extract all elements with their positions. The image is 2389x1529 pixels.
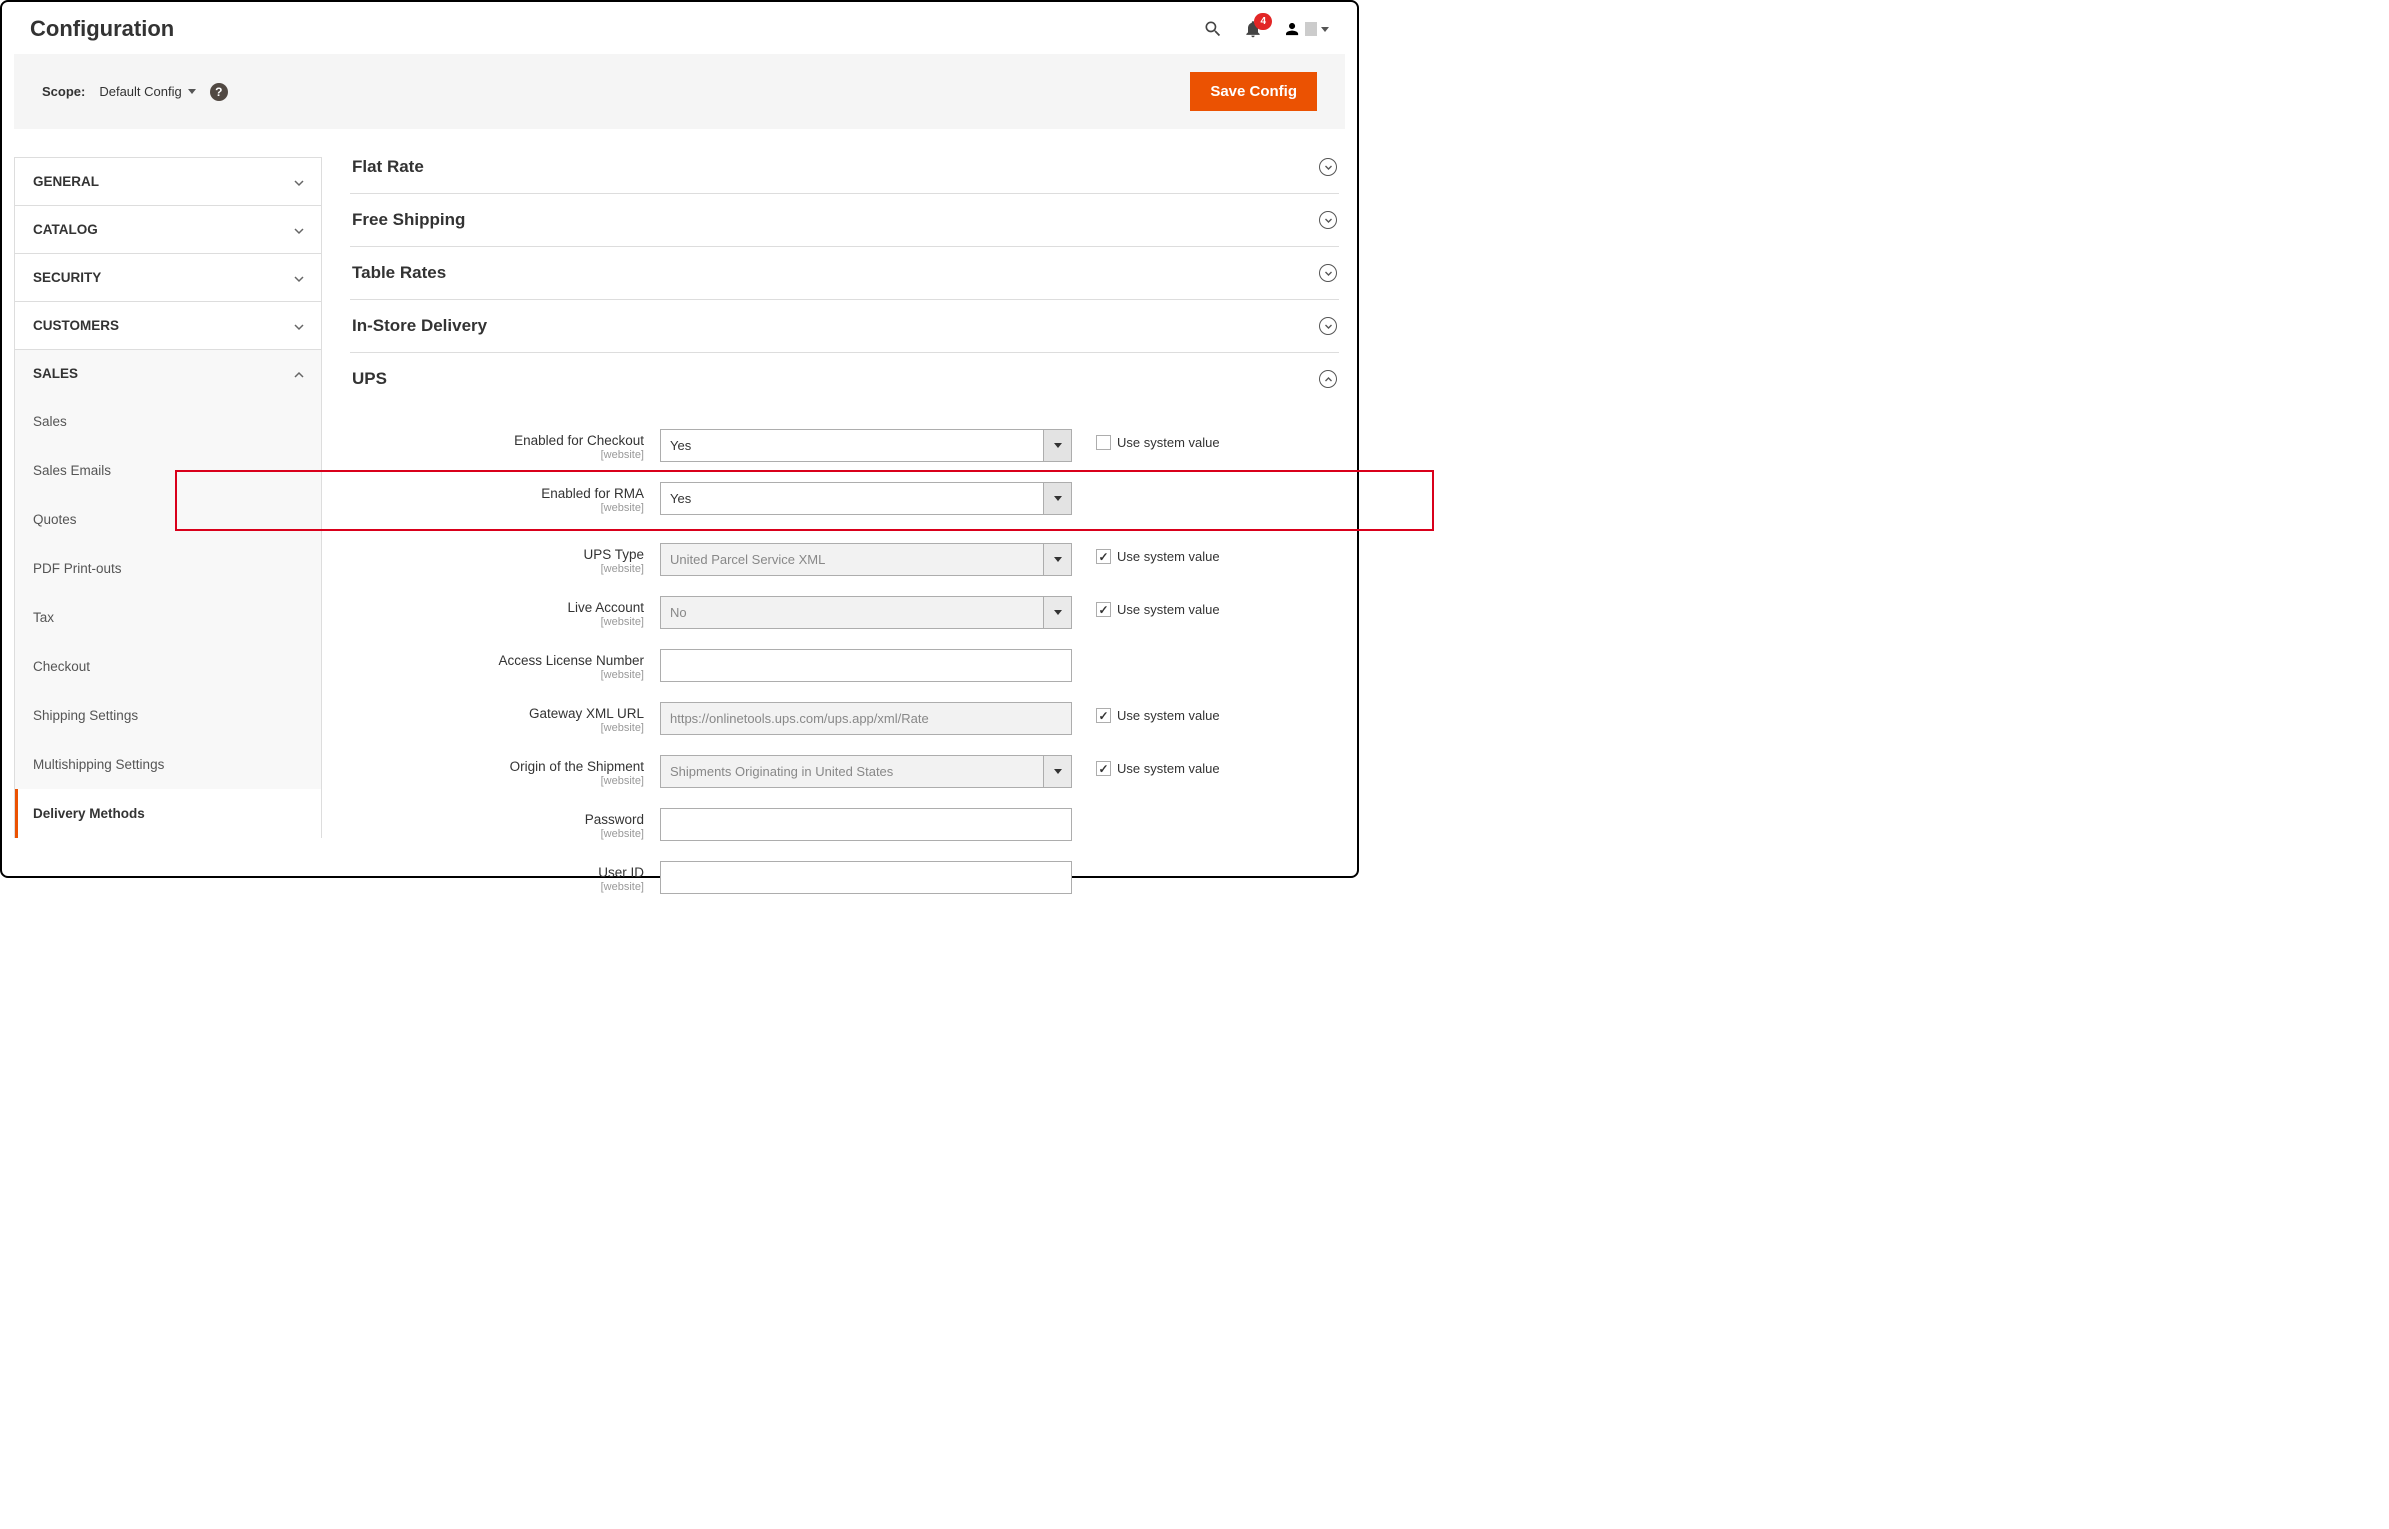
sidebar-item-multishipping[interactable]: Multishipping Settings bbox=[15, 740, 321, 789]
sidebar-item-quotes[interactable]: Quotes bbox=[15, 495, 321, 544]
scope-select[interactable]: Default Config bbox=[99, 84, 195, 99]
section-ups[interactable]: UPS bbox=[350, 353, 1339, 405]
save-config-button[interactable]: Save Config bbox=[1190, 72, 1317, 111]
collapse-icon bbox=[1319, 370, 1337, 388]
expand-icon bbox=[1319, 317, 1337, 335]
sidebar-item-checkout[interactable]: Checkout bbox=[15, 642, 321, 691]
ups-form: Enabled for Checkout [website] Yes Use s… bbox=[350, 405, 1339, 894]
field-access-license: Access License Number [website] bbox=[350, 649, 1339, 682]
section-flat-rate[interactable]: Flat Rate bbox=[350, 157, 1339, 194]
sidebar-item-pdf[interactable]: PDF Print-outs bbox=[15, 544, 321, 593]
select-arrow-icon bbox=[1043, 597, 1071, 628]
expand-icon bbox=[1319, 264, 1337, 282]
use-system-checkbox[interactable] bbox=[1096, 708, 1111, 723]
use-system-checkbox[interactable] bbox=[1096, 602, 1111, 617]
use-system-checkbox[interactable] bbox=[1096, 761, 1111, 776]
access-license-input[interactable] bbox=[660, 649, 1072, 682]
enabled-rma-select[interactable]: Yes bbox=[660, 482, 1072, 515]
config-main: Flat Rate Free Shipping Table Rates In-S… bbox=[350, 157, 1345, 894]
field-user-id: User ID [website] bbox=[350, 861, 1339, 894]
sidebar-section-customers[interactable]: CUSTOMERS bbox=[14, 301, 322, 349]
user-id-input[interactable] bbox=[660, 861, 1072, 894]
field-enabled-rma: Enabled for RMA [website] Yes bbox=[350, 482, 1339, 515]
caret-down-icon bbox=[1321, 27, 1329, 32]
caret-down-icon bbox=[188, 89, 196, 94]
select-arrow-icon bbox=[1043, 756, 1071, 787]
enabled-checkout-select[interactable]: Yes bbox=[660, 429, 1072, 462]
field-gateway-url: Gateway XML URL [website] Use system val… bbox=[350, 702, 1339, 735]
select-arrow-icon bbox=[1043, 544, 1071, 575]
password-input[interactable] bbox=[660, 808, 1072, 841]
use-system-checkbox[interactable] bbox=[1096, 549, 1111, 564]
user-name-placeholder bbox=[1305, 22, 1317, 36]
gateway-url-input bbox=[660, 702, 1072, 735]
chevron-down-icon bbox=[293, 321, 303, 331]
ups-type-select: United Parcel Service XML bbox=[660, 543, 1072, 576]
sidebar-section-catalog[interactable]: CATALOG bbox=[14, 205, 322, 253]
scope-bar: Scope: Default Config ? Save Config bbox=[14, 54, 1345, 129]
origin-select: Shipments Originating in United States bbox=[660, 755, 1072, 788]
sidebar-item-tax[interactable]: Tax bbox=[15, 593, 321, 642]
field-password: Password [website] bbox=[350, 808, 1339, 841]
sidebar-item-sales[interactable]: Sales bbox=[15, 397, 321, 446]
field-ups-type: UPS Type [website] United Parcel Service… bbox=[350, 543, 1339, 576]
section-instore-delivery[interactable]: In-Store Delivery bbox=[350, 300, 1339, 353]
notification-icon[interactable]: 4 bbox=[1243, 19, 1263, 39]
expand-icon bbox=[1319, 158, 1337, 176]
help-icon[interactable]: ? bbox=[210, 83, 228, 101]
chevron-down-icon bbox=[293, 177, 303, 187]
chevron-up-icon bbox=[293, 369, 303, 379]
field-enabled-checkout: Enabled for Checkout [website] Yes Use s… bbox=[350, 429, 1339, 462]
chevron-down-icon bbox=[293, 225, 303, 235]
live-account-select: No bbox=[660, 596, 1072, 629]
select-arrow-icon bbox=[1043, 483, 1071, 514]
field-live-account: Live Account [website] No Use system val… bbox=[350, 596, 1339, 629]
page-header: Configuration 4 bbox=[2, 2, 1357, 54]
scope-label: Scope: bbox=[42, 84, 85, 99]
select-arrow-icon bbox=[1043, 430, 1071, 461]
sidebar-section-general[interactable]: GENERAL bbox=[14, 157, 322, 205]
config-sidebar: GENERAL CATALOG SECURITY CUSTOMERS SALES… bbox=[14, 157, 322, 894]
page-title: Configuration bbox=[30, 16, 174, 42]
header-actions: 4 bbox=[1203, 19, 1329, 39]
sidebar-section-security[interactable]: SECURITY bbox=[14, 253, 322, 301]
field-origin: Origin of the Shipment [website] Shipmen… bbox=[350, 755, 1339, 788]
sidebar-item-delivery-methods[interactable]: Delivery Methods bbox=[15, 789, 321, 838]
section-free-shipping[interactable]: Free Shipping bbox=[350, 194, 1339, 247]
notification-badge: 4 bbox=[1254, 13, 1272, 30]
content: GENERAL CATALOG SECURITY CUSTOMERS SALES… bbox=[2, 129, 1357, 894]
sidebar-item-shipping-settings[interactable]: Shipping Settings bbox=[15, 691, 321, 740]
search-icon[interactable] bbox=[1203, 19, 1223, 39]
user-menu[interactable] bbox=[1283, 20, 1329, 38]
sidebar-section-sales[interactable]: SALES bbox=[14, 349, 322, 397]
section-table-rates[interactable]: Table Rates bbox=[350, 247, 1339, 300]
use-system-checkbox[interactable] bbox=[1096, 435, 1111, 450]
expand-icon bbox=[1319, 211, 1337, 229]
chevron-down-icon bbox=[293, 273, 303, 283]
sidebar-item-sales-emails[interactable]: Sales Emails bbox=[15, 446, 321, 495]
